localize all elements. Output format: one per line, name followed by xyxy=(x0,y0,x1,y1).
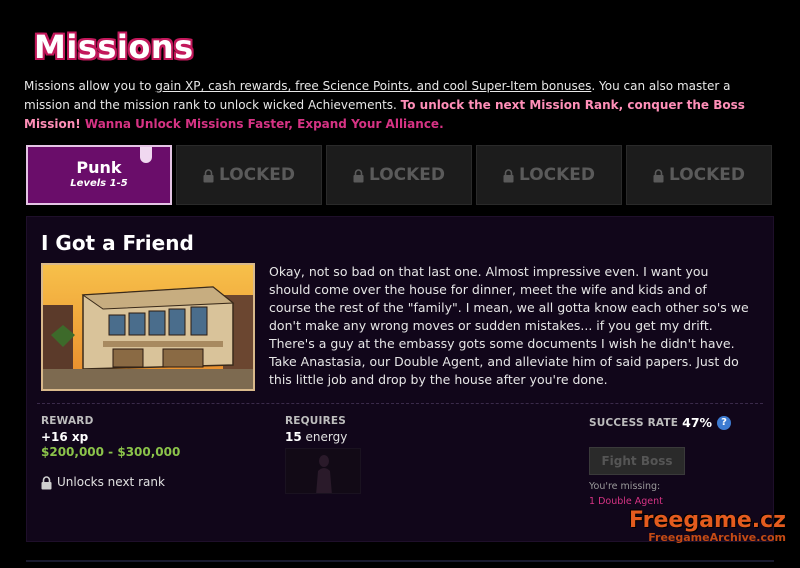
tab-punk[interactable]: Punk Levels 1-5 xyxy=(26,145,172,205)
mission-panel: I Got a Friend Okay, not so bad on that … xyxy=(26,216,774,542)
tab-levels: Levels 1-5 xyxy=(70,178,128,189)
intro-text: Missions allow you to gain XP, cash rewa… xyxy=(24,79,745,131)
reward-label: REWARD xyxy=(41,415,94,427)
mission-title: I Got a Friend xyxy=(41,231,194,255)
rewards-link[interactable]: gain XP, cash rewards, free Science Poin… xyxy=(155,79,591,93)
expand-alliance-link[interactable]: Wanna Unlock Missions Faster, Expand You… xyxy=(81,117,444,131)
divider xyxy=(37,403,763,404)
requires-label: REQUIRES xyxy=(285,415,347,427)
help-icon[interactable]: ? xyxy=(717,415,732,430)
tab-label: Punk xyxy=(76,158,122,177)
pin-icon xyxy=(140,147,152,163)
tab-label: LOCKED xyxy=(368,165,446,185)
tab-locked-3[interactable]: LOCKED xyxy=(476,145,622,205)
reward-section: REWARD +16 xp $200,000 - $300,000 Unlock… xyxy=(41,415,261,490)
tab-locked-4[interactable]: LOCKED xyxy=(626,145,772,205)
success-rate: 47% xyxy=(682,415,713,430)
unlock-next-rank: Unlocks next rank xyxy=(41,475,261,490)
rank-tabs: Punk Levels 1-5 LOCKED LOCKED LOCKED LOC… xyxy=(26,145,772,205)
mission-description: Okay, not so bad on that last one. Almos… xyxy=(269,264,749,387)
requires-section: REQUIRES 15 energy xyxy=(285,415,485,494)
tab-label: LOCKED xyxy=(518,165,596,185)
fight-boss-button[interactable]: Fight Boss xyxy=(589,447,685,475)
tab-label: LOCKED xyxy=(668,165,746,185)
unlock-text: Unlocks next rank xyxy=(57,475,165,489)
mission-image xyxy=(41,263,255,391)
tab-label: LOCKED xyxy=(218,165,296,185)
watermark: Freegame.cz FreegameArchive.com xyxy=(629,508,786,544)
building-illustration xyxy=(43,265,253,389)
missing-label: You're missing: xyxy=(589,481,661,492)
double-agent-thumbnail[interactable] xyxy=(285,448,361,494)
success-section: SUCCESS RATE 47% ? Fight Boss You're mis… xyxy=(589,415,769,507)
lock-icon xyxy=(353,169,364,183)
reward-cash: $200,000 - $300,000 xyxy=(41,445,181,459)
reward-xp: +16 xp xyxy=(41,430,89,444)
success-label: SUCCESS RATE xyxy=(589,416,679,429)
watermark-sub: FreegameArchive.com xyxy=(648,531,786,544)
page-title: Missions xyxy=(34,28,194,66)
tab-locked-1[interactable]: LOCKED xyxy=(176,145,322,205)
bottom-divider xyxy=(26,560,774,562)
lock-icon xyxy=(503,169,514,183)
energy-requirement: 15 energy xyxy=(285,430,348,444)
agent-silhouette-icon xyxy=(316,455,332,493)
watermark-main: Freegame.cz xyxy=(629,508,786,533)
missing-item-link[interactable]: 1 Double Agent xyxy=(589,496,769,507)
lock-icon xyxy=(653,169,664,183)
tab-locked-2[interactable]: LOCKED xyxy=(326,145,472,205)
lock-icon xyxy=(203,169,214,183)
lock-icon xyxy=(41,476,52,490)
